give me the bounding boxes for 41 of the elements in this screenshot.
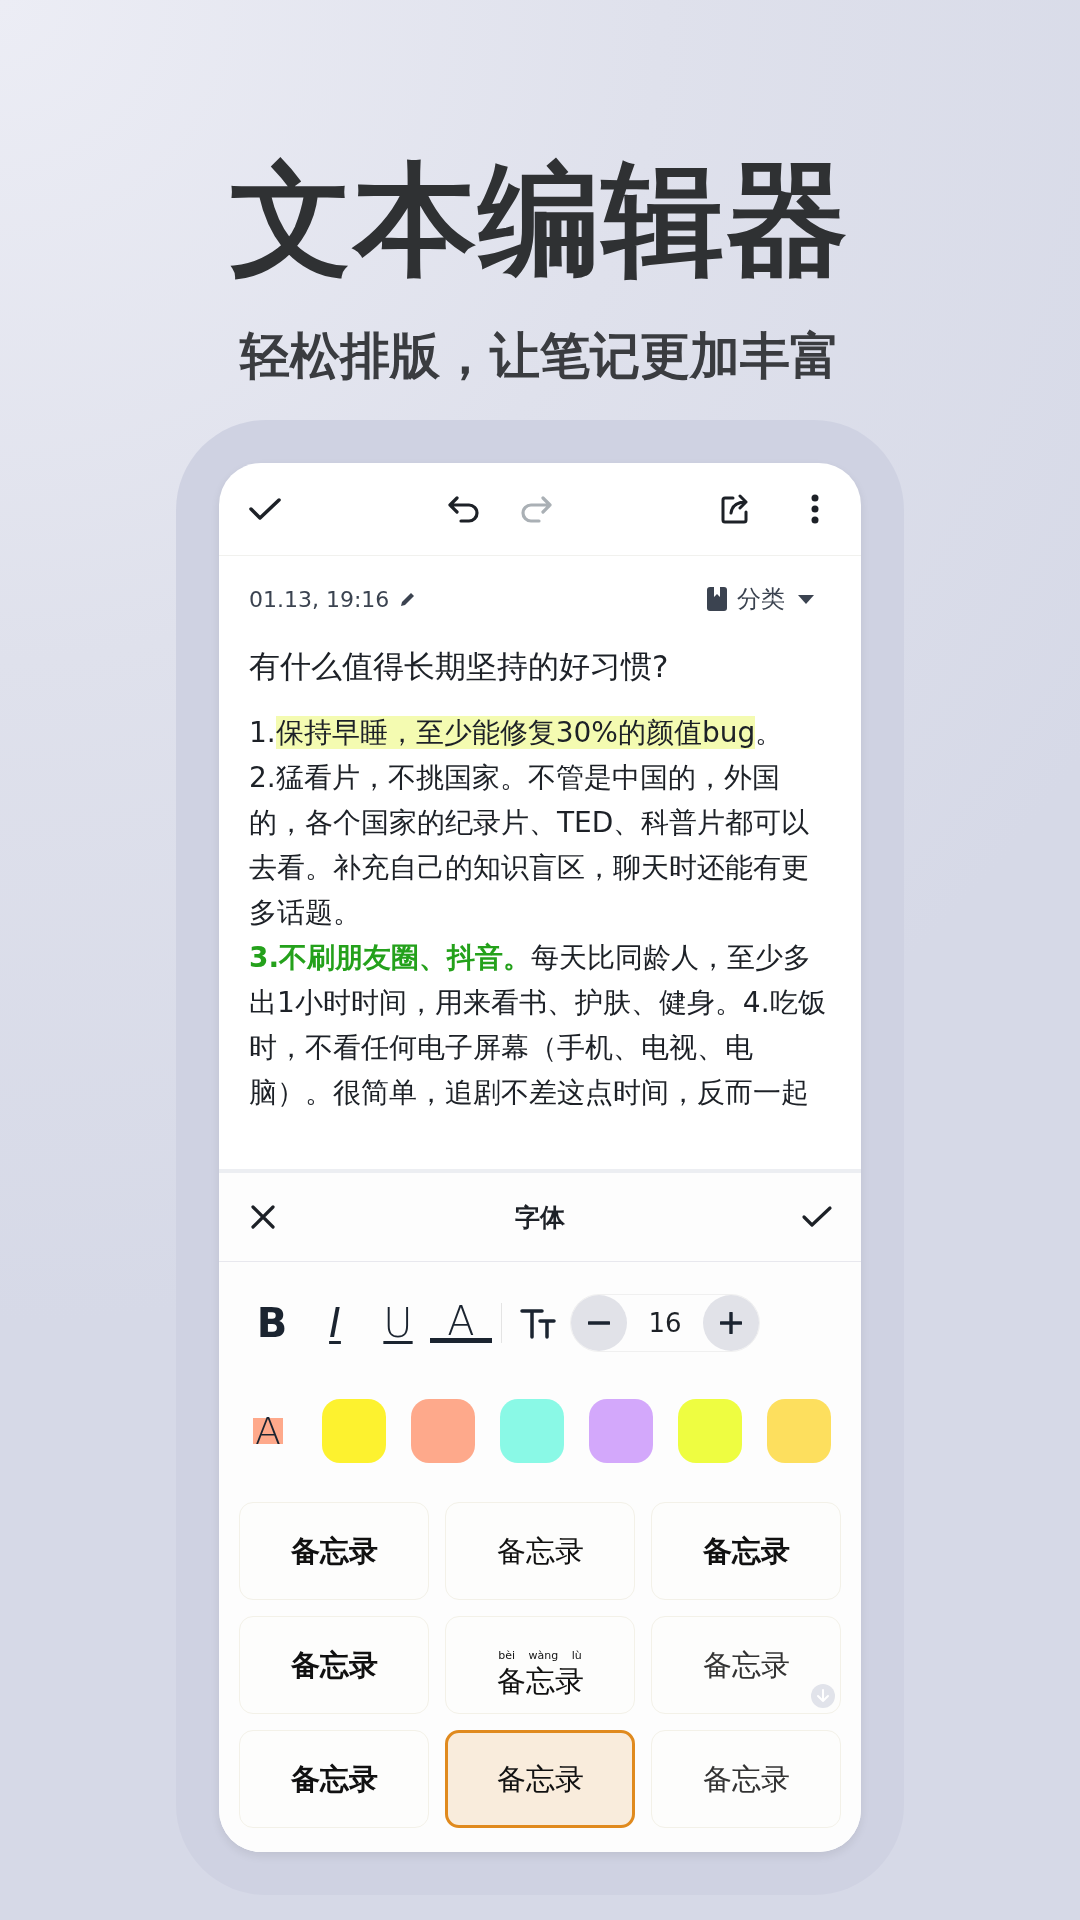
font-option[interactable]: 备忘录 xyxy=(651,1502,841,1600)
category-label[interactable]: 分类 xyxy=(737,583,785,615)
note-title[interactable]: 有什么值得长期坚持的好习惯? xyxy=(219,616,861,688)
font-option[interactable]: 备忘录 xyxy=(445,1730,635,1828)
close-icon[interactable] xyxy=(250,1204,276,1230)
note-date: 01.13, 19:16 xyxy=(249,586,390,612)
font-option[interactable]: 备忘录 xyxy=(239,1730,429,1828)
bold-format-button[interactable]: B xyxy=(241,1295,303,1351)
font-option[interactable]: 备忘录 xyxy=(239,1616,429,1714)
note-paragraph[interactable]: 2.猛看片，不挑国家。不管是中国的，外国的，各个国家的纪录片、TED、科普片都可以去看。补充自己的知识盲区，聊天时还能有更多话题。 xyxy=(249,755,831,935)
text-size-icon[interactable] xyxy=(520,1307,556,1339)
check-icon[interactable] xyxy=(801,1205,833,1229)
panel-title: 字体 xyxy=(514,1201,566,1234)
font-option[interactable]: 备忘录 xyxy=(651,1730,841,1828)
color-swatch[interactable] xyxy=(589,1399,653,1463)
subtitle: 轻松排版，让笔记更加丰富 xyxy=(240,326,840,386)
check-icon[interactable] xyxy=(248,496,282,522)
italic-format-button[interactable]: I xyxy=(304,1295,366,1351)
more-icon[interactable] xyxy=(811,494,819,524)
font-size-value: 16 xyxy=(647,1308,683,1338)
decrease-button[interactable] xyxy=(571,1295,627,1351)
underline-format-button[interactable]: U xyxy=(367,1295,429,1351)
font-option[interactable]: 备忘录 xyxy=(651,1616,841,1714)
plus-icon[interactable] xyxy=(720,1312,742,1334)
color-swatch[interactable] xyxy=(678,1399,742,1463)
color-format-button[interactable]: A xyxy=(430,1303,492,1343)
color-swatch[interactable] xyxy=(767,1399,831,1463)
note-paragraph[interactable]: 3.不刷朋友圈、抖音。每天比同龄人，至少多出1小时时间，用来看书、护肤、健身。4.吃饭时，不看任何电子屏幕（手机、电视、电脑）。很简单，追剧不差这点时间，反而一起 xyxy=(249,935,831,1115)
color-swatch[interactable] xyxy=(322,1399,386,1463)
highlight-button[interactable]: A xyxy=(243,1406,293,1456)
font-option[interactable]: 备忘录 xyxy=(445,1502,635,1600)
font-option[interactable]: bèi wàng lù 备忘录 xyxy=(445,1616,635,1714)
color-swatch[interactable] xyxy=(500,1399,564,1463)
undo-icon[interactable] xyxy=(447,494,481,524)
increase-button[interactable] xyxy=(703,1295,759,1351)
font-option[interactable]: 备忘录 xyxy=(239,1502,429,1600)
share-icon[interactable] xyxy=(719,493,751,525)
bookmark-folder-icon xyxy=(705,586,729,612)
color-swatch[interactable] xyxy=(411,1399,475,1463)
caret-icon[interactable] xyxy=(797,593,815,605)
headline: 文本编辑器 xyxy=(230,148,850,292)
